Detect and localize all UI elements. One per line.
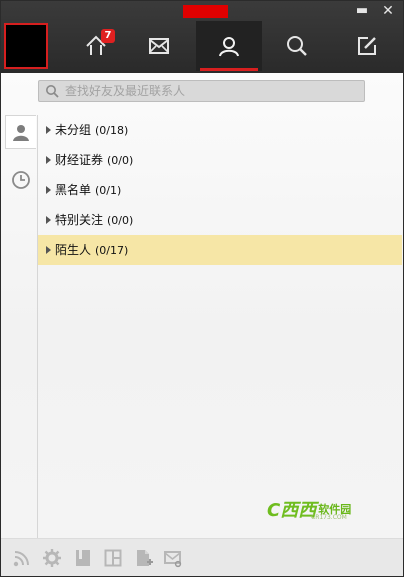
bookmark-button[interactable] [72,547,94,569]
expand-arrow-icon [46,125,51,134]
expand-arrow-icon [46,215,51,224]
compose-icon [358,37,376,55]
contacts-panel: 未分组(0/18) 财经证券(0/0) 黑名单(0/1) 特别关注(0/0) 陌… [1,73,403,538]
mail-link-button[interactable] [162,547,184,569]
search-box[interactable] [38,80,365,102]
group-count: (0/1) [95,184,122,197]
search-icon [46,85,59,98]
add-file-icon [137,550,153,566]
group-count: (0/0) [107,214,134,227]
bookmark-icon [76,550,90,566]
top-bar: ▬ ✕ 7 [1,1,403,73]
group-name: 财经证券 [55,153,104,167]
tab-search[interactable] [264,21,330,71]
layout-button[interactable] [102,547,124,569]
minimize-button[interactable]: ▬ [353,3,371,19]
mail-icon [149,38,169,54]
tab-contacts[interactable] [196,21,262,71]
layout-icon [104,549,122,567]
avatar[interactable] [4,23,48,69]
group-name: 黑名单 [55,183,92,197]
app-window: ▬ ✕ 7 查找好友及最近联系人 未分组 (0/18) 财经证券 (0/0) 黑… [0,0,404,577]
tab-compose[interactable] [334,21,400,71]
group-row-selected[interactable]: 陌生人 (0/17) [38,235,402,265]
group-row[interactable]: 未分组 (0/18) [38,115,402,145]
contacts-icon [219,37,239,57]
mail-link-icon [164,551,182,568]
person-icon [13,125,29,141]
title-redaction [183,5,228,18]
tab-home[interactable]: 7 [63,21,129,71]
group-name: 特别关注 [55,213,104,227]
watermark-logo-text: C西西 [267,500,317,521]
add-file-button[interactable] [132,547,154,569]
group-name: 未分组 [55,123,92,137]
group-count: (0/17) [95,244,129,257]
notification-badge: 7 [101,29,115,43]
group-count: (0/18) [95,124,129,137]
tab-messages[interactable] [126,21,192,71]
group-name: 陌生人 [55,243,92,257]
group-row[interactable]: 黑名单 (0/1) [38,175,402,205]
settings-gear-icon [43,549,61,567]
search-icon [287,36,307,56]
group-count: (0/0) [107,154,134,167]
rss-icon [13,551,29,567]
watermark-logo: C西西 软件园 CR173.COM [267,498,367,521]
clock-icon [11,171,30,189]
search-input[interactable] [65,82,355,100]
expand-arrow-icon [46,155,51,164]
close-button[interactable]: ✕ [379,3,397,19]
contact-group-list: 未分组 (0/18) 财经证券 (0/0) 黑名单 (0/1) 特别关注 (0/0) 陌… [37,115,402,538]
settings-button[interactable] [41,547,63,569]
expand-arrow-icon [46,245,51,254]
group-row[interactable]: 财经证券 (0/0) [38,145,402,175]
watermark-subtext: CR173.COM [311,514,347,521]
side-tab-contacts[interactable] [5,115,36,149]
rss-button[interactable] [11,547,33,569]
side-tab-recent[interactable] [5,163,36,197]
expand-arrow-icon [46,185,51,194]
bottom-toolbar [1,538,403,576]
group-row[interactable]: 特别关注 (0/0) [38,205,402,235]
